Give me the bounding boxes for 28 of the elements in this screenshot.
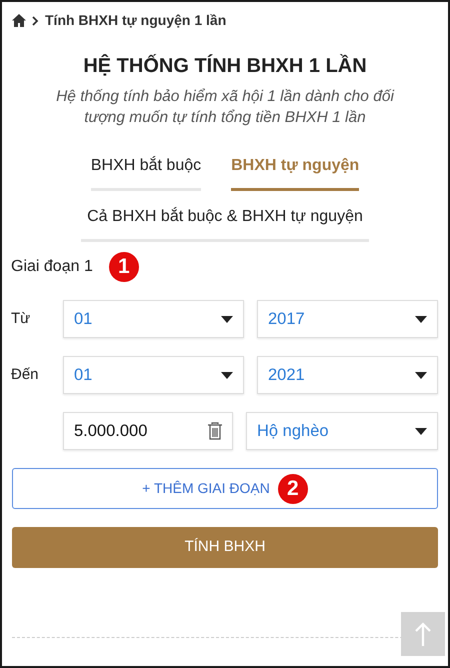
calculate-button[interactable]: TÍNH BHXH	[12, 527, 438, 568]
add-period-button[interactable]: + THÊM GIAI ĐOẠN 2	[12, 468, 438, 509]
select-field[interactable]: Hộ nghèo	[246, 412, 438, 450]
tab[interactable]: BHXH tự nguyện	[231, 150, 360, 191]
breadcrumb-current: Tính BHXH tự nguyện 1 lần	[45, 11, 226, 30]
page-subtitle: Hệ thống tính bảo hiểm xã hội 1 lần dành cho đối tượng muốn tự tính tổng tiền BHXH 1 lần	[55, 87, 396, 128]
trash-icon[interactable]	[207, 422, 223, 440]
step-marker: 2	[278, 474, 308, 504]
field-label: Từ	[11, 308, 32, 329]
select-field[interactable]: 2021	[257, 356, 438, 394]
field-label: Đến	[11, 364, 40, 385]
step-marker: 1	[108, 252, 139, 282]
select-field[interactable]: 01	[63, 356, 244, 394]
page-title: HỆ THỐNG TÍNH BHXH 1 LẦN	[82, 54, 368, 78]
caret-icon	[415, 372, 427, 378]
caret-icon	[221, 316, 233, 322]
tab[interactable]: BHXH bắt buộc	[90, 150, 202, 191]
home-icon[interactable]	[12, 14, 26, 27]
period-label: Giai đoạn 1	[11, 257, 93, 277]
amount-field[interactable]: 5.000.000	[63, 412, 233, 450]
caret-icon	[415, 428, 427, 434]
caret-icon	[221, 372, 233, 378]
select-field[interactable]: 01	[63, 300, 244, 338]
up-arrow-icon	[415, 622, 431, 646]
caret-icon	[415, 316, 427, 322]
select-field[interactable]: 2017	[257, 300, 438, 338]
chevron-icon	[32, 16, 39, 26]
tab[interactable]: Cả BHXH bắt buộc & BHXH tự nguyện	[81, 201, 369, 242]
